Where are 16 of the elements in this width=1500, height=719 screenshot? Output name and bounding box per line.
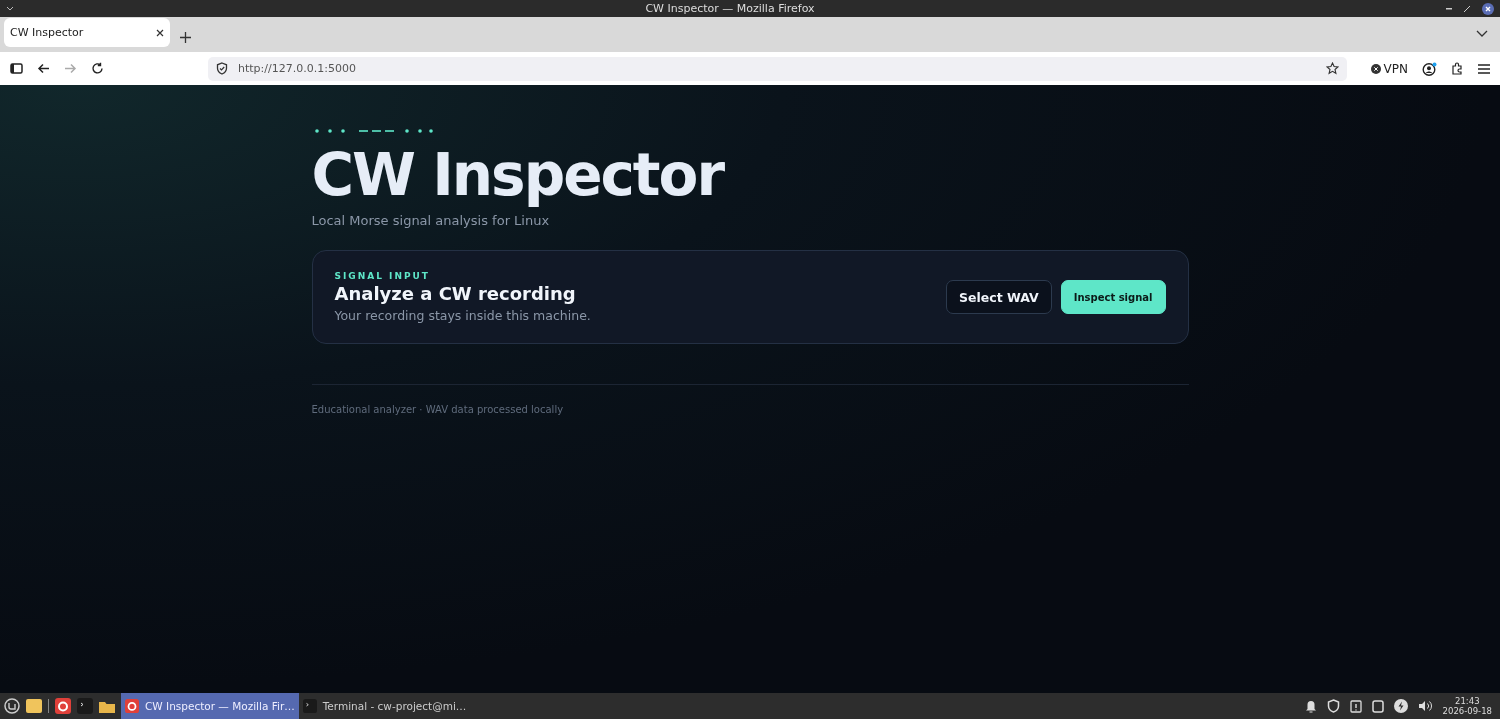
inspect-button[interactable]: Inspect signal: [1060, 280, 1166, 314]
card-heading: Analyze a CW recording: [334, 283, 577, 304]
card-note: Your recording stays inside this machine.: [334, 308, 592, 323]
vpn-button[interactable]: VPN: [1383, 61, 1408, 76]
clock-date: 2026-09-18: [1442, 706, 1492, 716]
page-subtitle: Local Morse signal analysis for Linux: [311, 213, 551, 228]
footer-text: Educational analyzer · WAV data processed locally: [311, 404, 565, 415]
taskbar-window-button[interactable]: CW Inspector — Mozilla Fir…: [121, 693, 299, 719]
address-bar[interactable]: http://127.0.0.1:5000: [208, 56, 1347, 81]
window-title: CW Inspector — Mozilla Firefox: [644, 2, 816, 15]
card-eyebrow: SIGNAL INPUT: [334, 271, 431, 281]
clock-time: 21:43: [1455, 696, 1480, 706]
page-title: CW Inspector: [311, 141, 725, 209]
select-file-button[interactable]: Select WAV: [946, 280, 1052, 314]
browser-tab[interactable]: CW Inspector: [4, 18, 170, 47]
taskbar-window-button[interactable]: Terminal - cw-project@mi…: [298, 693, 471, 719]
